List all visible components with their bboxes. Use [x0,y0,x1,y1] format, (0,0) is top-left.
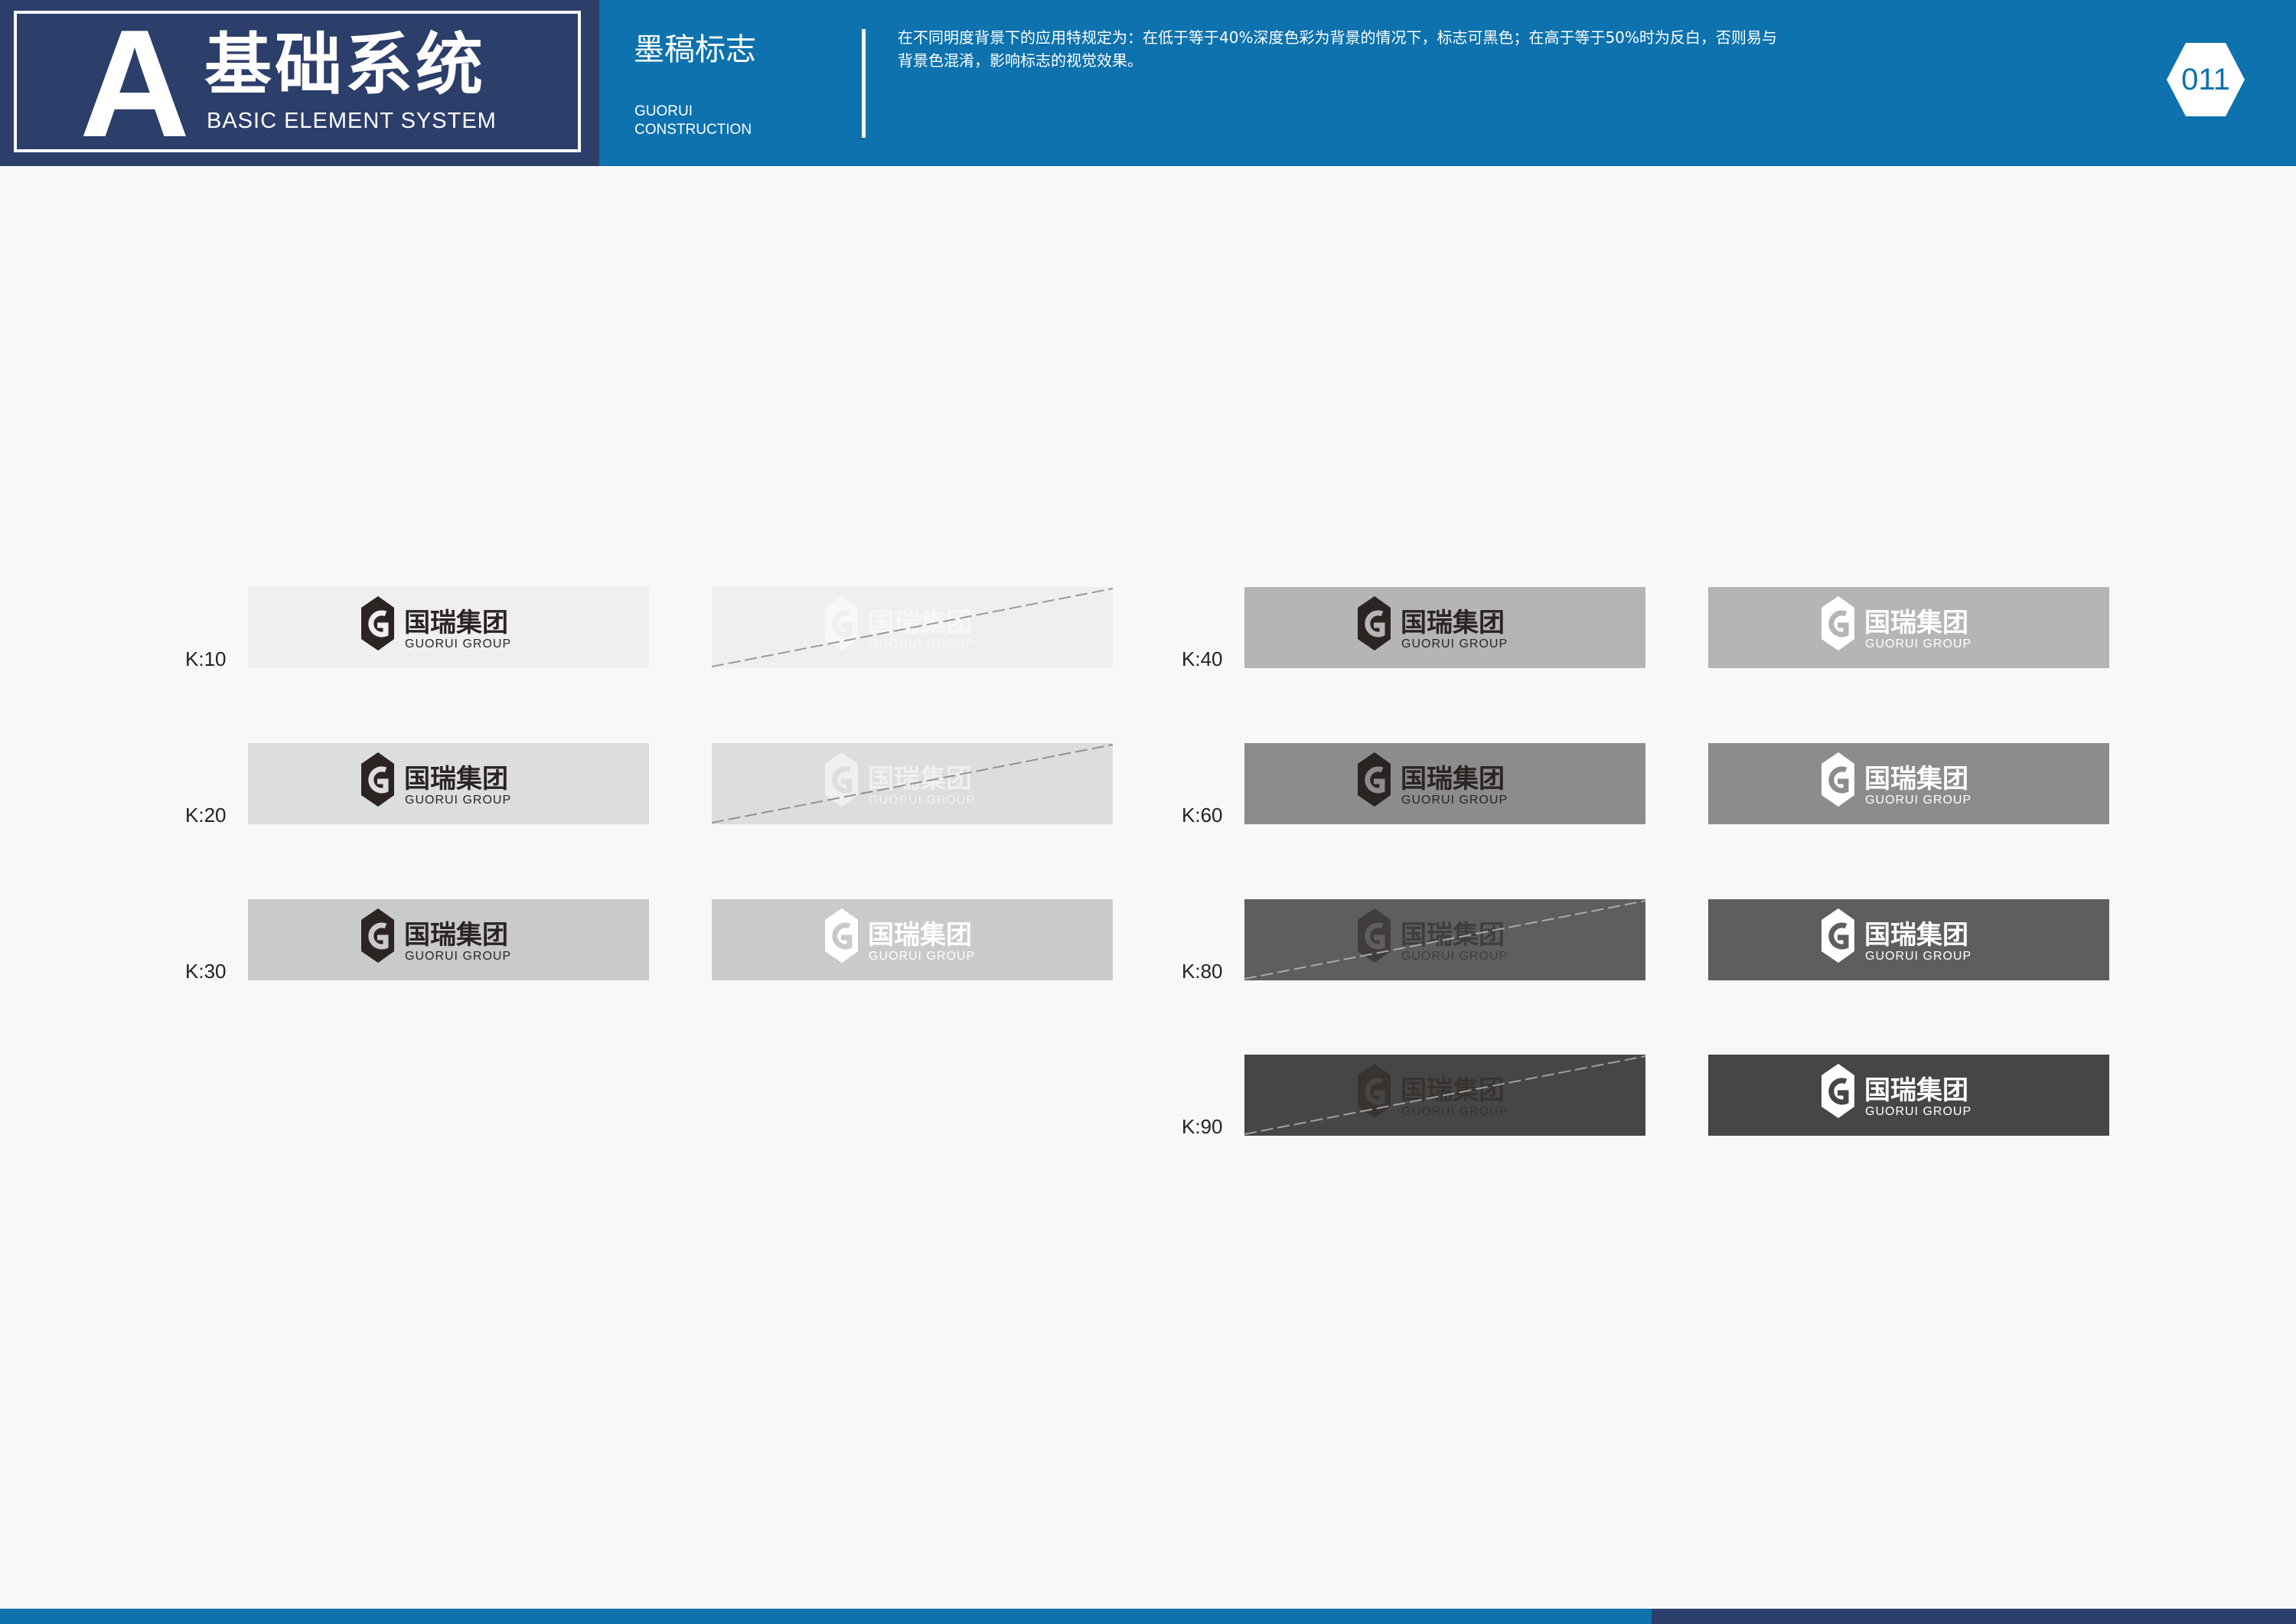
logo-english-name: GUORUI GROUP [405,794,511,807]
logo-mark-icon [825,752,858,807]
description-line: 背景色混淆，影响标志的视觉效果。 [898,51,1143,70]
strike-line [1244,900,1645,980]
logo-chinese-name: 国瑞集团 [404,764,508,794]
logo-english-name: GUORUI GROUP [869,638,975,651]
logo: 国瑞集团GUORUI GROUP [361,596,511,651]
header-bar: A 基础系统 BASIC ELEMENT SYSTEM 墨稿标志 GUORUI … [0,0,2296,166]
logo-english-name: GUORUI GROUP [1865,638,1971,651]
logo: 国瑞集团GUORUI GROUP [1244,900,1645,980]
k-label: K:30 [185,960,227,983]
logo-mark-icon [825,908,858,963]
logo: 国瑞集团GUORUI GROUP [1358,596,1508,651]
section-block: A 基础系统 BASIC ELEMENT SYSTEM [0,0,599,166]
svg-text:A: A [80,23,190,138]
swatch-tile: 国瑞集团 GUORUI GROUP [1244,743,1645,824]
logo-english-name: GUORUI GROUP [1401,950,1508,963]
logo: 国瑞集团GUORUI GROUP [825,908,975,963]
page-number: 011 [2181,63,2230,96]
logo-english-name: GUORUI GROUP [1401,1105,1508,1118]
logo-english-name: GUORUI GROUP [1401,638,1508,651]
logo-chinese-name: 国瑞集团 [1864,608,1968,638]
logo: 国瑞集团GUORUI GROUP [712,588,1113,667]
logo: 国瑞集团GUORUI GROUP [1821,752,1971,807]
logo-mark-icon [1821,752,1854,807]
logo-mark-icon [361,908,394,963]
logo: 国瑞集团GUORUI GROUP [712,744,1113,823]
logo-mark-icon [361,752,394,807]
logo: 国瑞集团GUORUI GROUP [361,908,511,963]
strike-line [712,744,1113,823]
strike-line [712,588,1113,667]
logo-chinese-name: 国瑞集团 [868,920,972,951]
logo-mark-icon [1358,752,1391,807]
swatch-tile-incorrect: 国瑞集团 GUORUI GROUP [712,743,1113,824]
logo-english-name: GUORUI GROUP [1865,950,1971,963]
section-letter: A [80,23,190,138]
swatch-tile: 国瑞集团 GUORUI GROUP [1708,899,2109,980]
description: 在不同明度背景下的应用特规定为：在低于等于40%深度色彩为背景的情况下，标志可黑… [898,26,1877,72]
description-line: 在不同明度背景下的应用特规定为：在低于等于40%深度色彩为背景的情况下，标志可黑… [898,28,1777,47]
swatch-tile: 国瑞集团 GUORUI GROUP [1708,1055,2109,1136]
swatch-tile: 国瑞集团 GUORUI GROUP [248,587,649,668]
logo: 国瑞集团GUORUI GROUP [1821,1064,1971,1118]
section-title: 基础系统 [204,25,487,104]
logo-english-name: GUORUI GROUP [1865,794,1971,807]
header-divider [862,29,866,138]
logo: 国瑞集团GUORUI GROUP [361,752,511,807]
swatch-tile-incorrect: 国瑞集团 GUORUI GROUP [1244,1055,1645,1136]
topic-title: 墨稿标志 [634,32,756,67]
footer-bar [0,1609,1652,1624]
logo-mark-icon [1821,908,1854,963]
topic-subtitle-line: CONSTRUCTION [634,122,752,138]
logo-english-name: GUORUI GROUP [869,794,975,807]
logo-english-name: GUORUI GROUP [869,950,975,963]
swatch-tile: 国瑞集团 GUORUI GROUP [712,899,1113,980]
logo-mark-icon [825,596,858,651]
k-label: K:90 [1182,1115,1223,1138]
logo-english-name: GUORUI GROUP [1401,794,1508,807]
logo-chinese-name: 国瑞集团 [1864,764,1968,794]
swatch-tile: 国瑞集团 GUORUI GROUP [1708,743,2109,824]
swatch-tile-incorrect: 国瑞集团 GUORUI GROUP [1244,899,1645,980]
logo-chinese-name: 国瑞集团 [1864,920,1968,951]
logo-mark-icon [1358,908,1391,963]
topic-subtitle-line: GUORUI [634,103,693,119]
strike-line [1244,1055,1645,1135]
logo-mark-icon [1821,1064,1854,1118]
k-label: K:40 [1182,647,1223,670]
logo-chinese-name: 国瑞集团 [1864,1075,1968,1106]
logo-chinese-name: 国瑞集团 [404,920,508,951]
logo-english-name: GUORUI GROUP [405,638,511,651]
swatch-tile: 国瑞集团 GUORUI GROUP [248,743,649,824]
swatch-tile-incorrect: 国瑞集团 GUORUI GROUP [712,587,1113,668]
k-label: K:80 [1182,960,1223,983]
footer-accent-bar [1652,1609,2296,1624]
logo-chinese-name: 国瑞集团 [1401,608,1505,638]
logo: 国瑞集团GUORUI GROUP [1244,1055,1645,1135]
swatch-tile: 国瑞集团 GUORUI GROUP [248,899,649,980]
logo: 国瑞集团GUORUI GROUP [1821,596,1971,651]
k-label: K:20 [185,804,227,827]
k-label: K:10 [185,647,227,670]
swatch-tile: 国瑞集团 GUORUI GROUP [1708,587,2109,668]
logo-chinese-name: 国瑞集团 [404,608,508,638]
logo: 国瑞集团GUORUI GROUP [1358,752,1508,807]
logo-mark-icon [1358,1064,1391,1118]
logo-mark-icon [1821,596,1854,651]
k-label: K:60 [1182,804,1223,827]
logo-mark-icon [361,596,394,651]
section-subtitle: BASIC ELEMENT SYSTEM [207,109,497,133]
logo-mark-icon [1358,596,1391,651]
logo-chinese-name: 国瑞集团 [1401,764,1505,794]
swatch-tile: 国瑞集团 GUORUI GROUP [1244,587,1645,668]
logo: 国瑞集团GUORUI GROUP [1821,908,1971,963]
logo-english-name: GUORUI GROUP [405,950,511,963]
topic-subtitle: GUORUI CONSTRUCTION [634,103,803,139]
logo-english-name: GUORUI GROUP [1865,1105,1971,1118]
